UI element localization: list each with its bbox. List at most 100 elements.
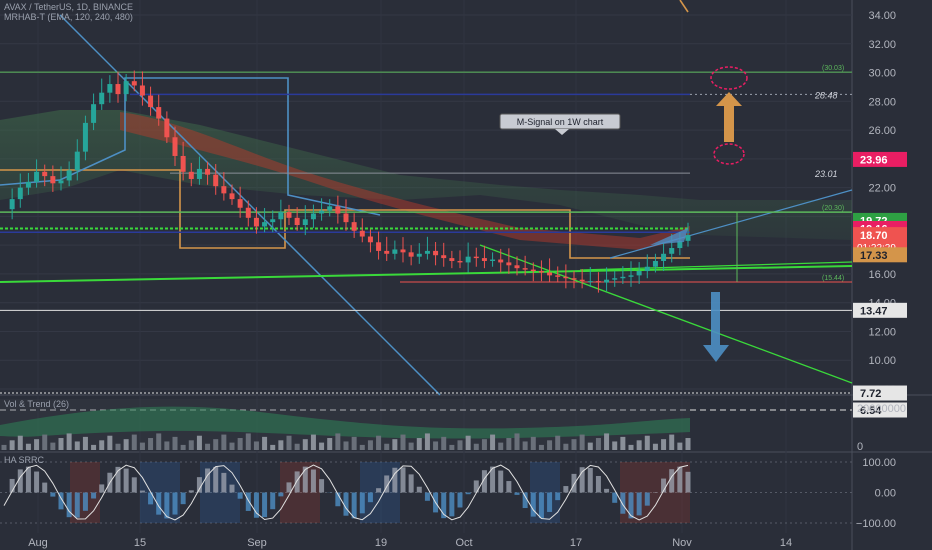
volume-bar (636, 440, 642, 450)
candle (286, 212, 292, 218)
osc-bar (213, 466, 219, 493)
volume-y-tick: 20000000 (857, 403, 906, 415)
volume-bar (449, 444, 455, 450)
candle (172, 137, 178, 156)
osc-bar (555, 492, 561, 501)
volume-bar (473, 443, 479, 450)
volume-bar (58, 438, 64, 450)
x-tick-label: Nov (672, 537, 692, 549)
volume-bar (376, 435, 382, 450)
level-label: 23.01 (814, 169, 838, 179)
candle (547, 272, 553, 276)
volume-bar (669, 434, 675, 450)
candle (294, 217, 300, 226)
osc-bar (538, 492, 544, 519)
volume-bar (595, 438, 601, 450)
volume-bar (188, 440, 194, 450)
candle (91, 104, 97, 123)
volume-bar (400, 434, 406, 450)
candle (587, 281, 593, 283)
candle (604, 279, 610, 283)
volume-bar (424, 433, 430, 450)
volume-bar (481, 439, 487, 450)
volume-bar (278, 440, 284, 450)
candle (490, 259, 496, 261)
osc-bar (99, 484, 105, 493)
candle (416, 253, 422, 257)
x-tick-label: 14 (780, 537, 792, 549)
volume-bar (262, 436, 268, 450)
candle (107, 84, 113, 93)
osc-bar (237, 492, 243, 499)
volume-bar (587, 442, 593, 450)
candle (343, 213, 349, 223)
volume-bar (327, 438, 333, 450)
volume-bar (677, 442, 683, 450)
level-label: (20.30) (822, 205, 844, 212)
y-tick-label: 34.00 (868, 10, 896, 22)
osc-bar (188, 490, 194, 493)
x-tick-label: Aug (28, 537, 48, 549)
candle (131, 81, 137, 86)
volume-bar (164, 441, 170, 450)
osc-bar (343, 492, 349, 516)
osc-bar (465, 492, 471, 495)
candle (188, 171, 194, 179)
candle (82, 122, 88, 152)
volume-bar (286, 435, 292, 450)
volume-bar (294, 443, 300, 450)
symbol-title: AVAX / TetherUS, 1D, BINANCE (4, 2, 134, 12)
x-tick-label: 15 (134, 537, 146, 549)
osc-bar (604, 488, 610, 493)
osc-bar (563, 486, 569, 493)
volume-bar (310, 434, 316, 450)
candle (327, 206, 333, 211)
candle (253, 217, 259, 227)
volume-bar (367, 440, 373, 450)
osc-bar (286, 482, 292, 493)
osc-bar (245, 492, 251, 511)
volume-bar (25, 443, 31, 450)
volume-bar (205, 443, 211, 450)
volume-bar (139, 442, 145, 450)
candle (262, 222, 268, 227)
osc-bar (91, 492, 97, 499)
osc-bar (457, 492, 463, 508)
osc-bar (644, 492, 650, 506)
candle (319, 210, 325, 214)
volume-bar (514, 433, 520, 450)
volume-bar (196, 435, 202, 450)
tag-13-47-label: 13.47 (860, 305, 888, 317)
volume-bar (644, 435, 650, 450)
volume-bar (384, 443, 390, 450)
volume-bar (17, 435, 23, 450)
osc-bar (636, 492, 642, 516)
volume-bar (172, 436, 178, 450)
volume-bar (253, 441, 259, 450)
chart-stage[interactable]: (30.03) (20.30) (15.44) 28.48 23.01 M-Signal … (0, 0, 932, 550)
volume-bar (335, 433, 341, 450)
volume-bar (123, 439, 129, 450)
osc-bar (498, 470, 504, 493)
volume-bar (579, 434, 585, 450)
tag-17-33-label: 17.33 (860, 250, 888, 262)
volume-bar (555, 435, 561, 450)
candle (481, 258, 487, 261)
volume-bar (34, 439, 40, 450)
volume-bar (99, 440, 105, 450)
osc-bar (221, 472, 227, 493)
candle (376, 242, 382, 251)
osc-bar (587, 467, 593, 493)
osc-bar (669, 469, 675, 493)
candle (424, 250, 430, 254)
candle (66, 170, 72, 181)
candle (139, 85, 145, 96)
candle (335, 206, 341, 214)
y-tick-label: 28.00 (868, 96, 896, 108)
osc-bar (229, 484, 235, 493)
volume-bar (319, 442, 325, 450)
osc-bar (196, 477, 202, 493)
osc-bar (359, 492, 365, 514)
osc-bar (514, 492, 520, 495)
candle (522, 268, 528, 270)
